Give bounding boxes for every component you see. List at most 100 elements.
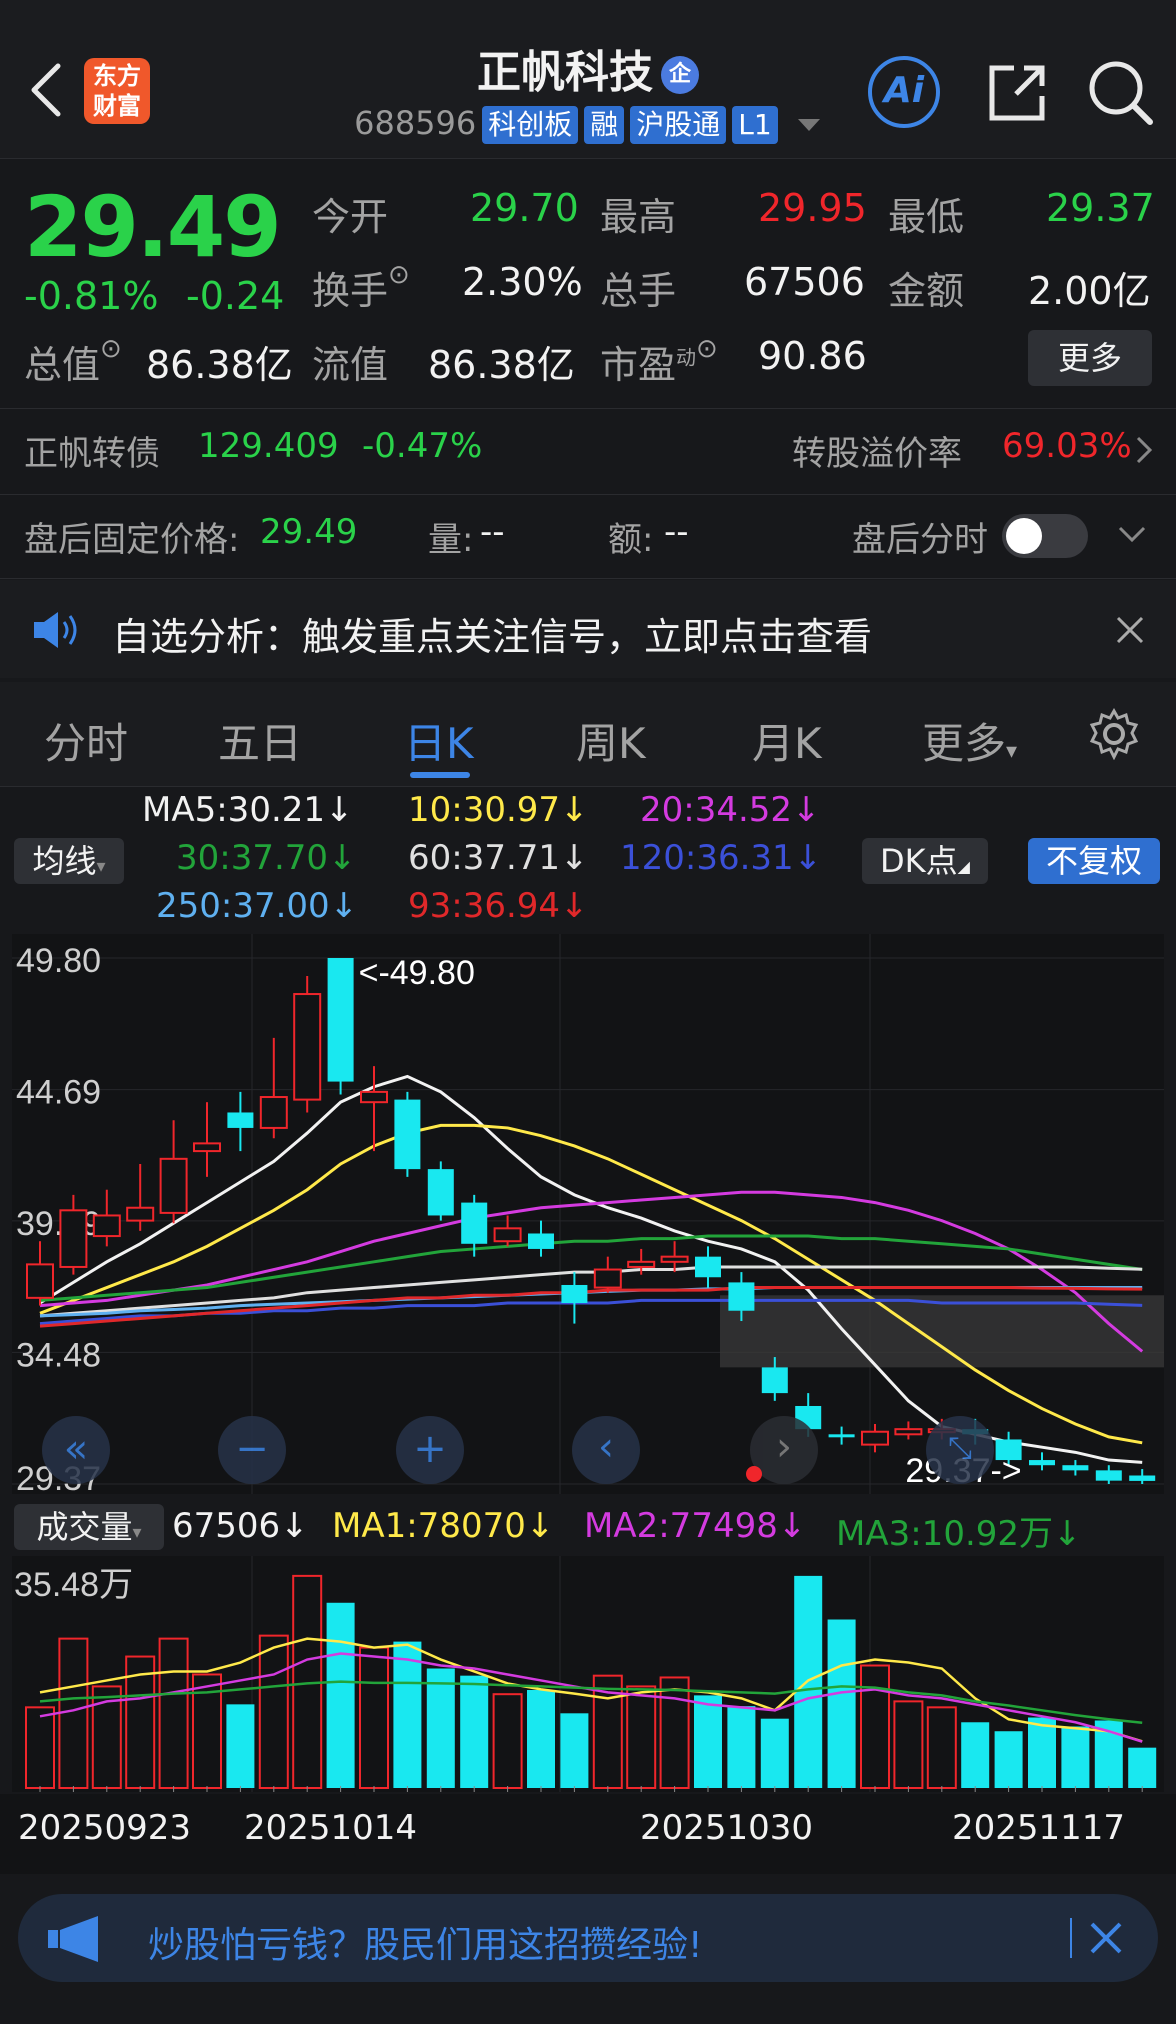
promo-text: 炒股怕亏钱？股民们用这招攒经验! (148, 1925, 703, 1966)
kline-chart-svg: 49.8044.6939.5934.4829.37<-49.8029.37-> (12, 934, 1164, 1498)
tab-daily-k[interactable]: 日K (404, 710, 474, 771)
zoom-in-button[interactable]: + (396, 1416, 464, 1484)
candle-body (427, 1169, 454, 1216)
amount-label: 金额 (888, 269, 965, 313)
volume-indicator-selector[interactable]: 成交量▾ (14, 1504, 164, 1550)
divider (0, 408, 1176, 409)
volume-bar (492, 1693, 523, 1790)
after-hours-amount: -- (664, 512, 689, 552)
candle-body (1095, 1470, 1122, 1481)
turnover-value: 2.30% (462, 260, 583, 304)
kline-chart[interactable]: 49.8044.6939.5934.4829.37<-49.8029.37-> (12, 934, 1164, 1498)
mktcap-value: 86.38亿 (146, 343, 293, 387)
premium-value: 69.03% (1002, 426, 1132, 466)
candle-body (227, 1112, 254, 1128)
change-percent: -0.81% (24, 274, 159, 318)
info-circle-icon[interactable]: ⊙ (100, 334, 122, 364)
candle-body (259, 1096, 288, 1129)
volume-bar (694, 1695, 722, 1788)
after-hours-amount-label: 额: (608, 520, 654, 560)
after-hours-qty-label: 量: (428, 520, 474, 560)
price-adjust-button[interactable]: 不复权 (1028, 838, 1160, 884)
candle-body (493, 1227, 522, 1243)
tag-hk-connect: 沪股通 (630, 106, 727, 144)
tab-monthly-k[interactable]: 月K (752, 710, 822, 771)
settings-gear-icon[interactable] (1088, 708, 1140, 760)
fullscreen-button[interactable]: ⤡ (926, 1416, 994, 1484)
tab-weekly-k[interactable]: 周K (576, 710, 646, 771)
y-tick-label: 34.48 (16, 1336, 101, 1374)
promo-banner[interactable]: 炒股怕亏钱？股民们用这招攒经验! (18, 1894, 1158, 1982)
share-icon[interactable] (980, 56, 1052, 128)
divider (1070, 1918, 1072, 1958)
close-icon[interactable] (1088, 1920, 1124, 1956)
info-circle-icon[interactable]: ⊙ (696, 334, 718, 364)
ma-line-ma5 (39, 1074, 1143, 1464)
candle-body (59, 1209, 88, 1268)
candle-body (761, 1367, 788, 1394)
volume-bar (460, 1675, 489, 1788)
date-tick: 20251117 (952, 1808, 1126, 1848)
chevron-down-icon[interactable] (1116, 524, 1148, 548)
info-circle-icon[interactable]: ⊙ (388, 260, 410, 290)
y-tick-label: 39.59 (16, 1205, 101, 1243)
candle-body (1029, 1460, 1055, 1466)
candle-body (561, 1284, 588, 1304)
scroll-left-fast-button[interactable]: « (42, 1416, 110, 1484)
zoom-out-button[interactable]: − (218, 1416, 286, 1484)
search-icon[interactable] (1084, 56, 1156, 128)
tab-more[interactable]: 更多▾ (922, 710, 1017, 771)
volume-bar (994, 1731, 1023, 1788)
scroll-left-button[interactable]: ‹ (572, 1416, 640, 1484)
tab-five-day[interactable]: 五日 (218, 710, 302, 771)
float-cap-label: 流值 (312, 343, 389, 387)
notice-bar[interactable]: 自选分析：触发重点关注信号，立即点击查看 (0, 580, 1176, 678)
candle-body (394, 1099, 421, 1170)
ma250-label: 250:37.00↓ (156, 886, 359, 926)
candle-body (593, 1268, 622, 1289)
ma93-label: 93:36.94↓ (408, 886, 589, 926)
dk-point-button[interactable]: DK点◢ (862, 838, 988, 884)
ai-assistant-button[interactable]: Ai (868, 56, 940, 128)
event-marker-dot[interactable] (746, 1466, 762, 1482)
after-hours-toggle[interactable] (1002, 514, 1088, 558)
ma10-label: 10:30.97↓ (408, 790, 589, 830)
tab-intraday[interactable]: 分时 (44, 710, 128, 771)
divider (0, 786, 1176, 787)
volume-bar (727, 1706, 756, 1788)
convertible-bond-row[interactable]: 正帆转债 129.409 -0.47% 转股溢价率 69.03% (0, 410, 1176, 494)
ma5-label: MA5:30.21↓ (142, 790, 354, 830)
candle-body (695, 1256, 721, 1278)
open-label: 今开 (312, 195, 389, 239)
last-price: 29.49 (24, 178, 282, 276)
volume-bar (659, 1676, 690, 1789)
after-hours-label: 盘后固定价格: (24, 520, 240, 560)
volume-ma1: MA1:78070↓ (332, 1506, 555, 1546)
volume-chart[interactable]: 35.48万 (12, 1556, 1164, 1792)
more-quote-button[interactable]: 更多 (1028, 330, 1152, 386)
bond-name: 正帆转债 (24, 434, 160, 474)
volume-bar (626, 1685, 657, 1789)
volume-current: 67506↓ (172, 1506, 309, 1546)
volume-bar (393, 1641, 422, 1788)
low-value: 29.37 (1046, 186, 1155, 230)
volume-bar (760, 1718, 789, 1788)
candle-body (861, 1430, 889, 1446)
candle-body (660, 1255, 689, 1263)
amount-value: 2.00亿 (1028, 269, 1151, 313)
volume-bar (560, 1713, 589, 1788)
candle-body (828, 1434, 855, 1438)
ma20-label: 20:34.52↓ (640, 790, 821, 830)
y-tick-label: 49.80 (16, 942, 101, 980)
low-label: 最低 (888, 195, 965, 239)
ma-selector[interactable]: 均线▾ (14, 838, 124, 884)
pe-dynamic-sup: 动 (676, 345, 697, 370)
divider (0, 494, 1176, 495)
close-icon[interactable] (1114, 614, 1146, 646)
pe-value: 90.86 (758, 334, 867, 378)
candle-body (126, 1206, 155, 1222)
date-axis: 20250923 20251014 20251030 20251117 (0, 1794, 1176, 1874)
candle-body (92, 1214, 121, 1238)
highlight-region (720, 1295, 1164, 1368)
candle-body (894, 1428, 923, 1436)
